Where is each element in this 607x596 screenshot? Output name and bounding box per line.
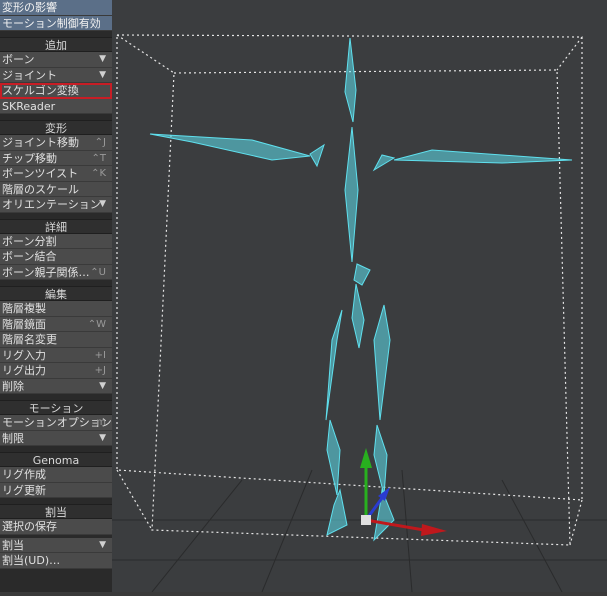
item-label: ボーン結合 <box>2 250 57 263</box>
merge-bone-button[interactable]: ボーン結合 <box>0 249 112 265</box>
assign-button[interactable]: 割当 ▼ <box>0 537 112 553</box>
tool-sidebar: 変形の影響 モーション制御有効 追加 ボーン ▼ ジョイント ▼ スケルゴン変換 S… <box>0 0 112 592</box>
duplicate-hierarchy-button[interactable]: 階層複製 <box>0 301 112 317</box>
item-label: スケルゴン変換 <box>2 84 79 97</box>
section-header-edit: 編集 <box>0 286 112 301</box>
item-label: 削除 <box>2 379 24 393</box>
item-label: モーション制御有効 <box>2 16 101 30</box>
spine-upper-bone <box>344 126 359 263</box>
item-label: 割当 <box>2 538 24 552</box>
item-label: SKReader <box>2 99 56 113</box>
motion-options-button[interactable]: モーションオプション m <box>0 415 112 431</box>
shortcut: +J <box>94 365 106 376</box>
item-label: リグ入力 <box>2 348 46 362</box>
deform-influence-toggle[interactable]: 変形の影響 <box>0 0 112 16</box>
3d-viewport[interactable] <box>112 0 607 593</box>
ground-grid <box>112 469 607 593</box>
item-label: ボーン分割 <box>2 234 57 248</box>
save-selection-button[interactable]: 選択の保存 <box>0 519 112 535</box>
shortcut: ⌃K <box>91 168 106 179</box>
skreader-button[interactable]: SKReader <box>0 98 112 114</box>
item-label: 割当(UD)… <box>2 554 61 567</box>
bone-parent-button[interactable]: ボーン親子関係… ⌃U <box>0 264 112 280</box>
left-arm-bone <box>149 133 311 161</box>
pelvis-bone <box>351 283 365 349</box>
item-label: 階層名変更 <box>2 333 57 346</box>
item-label: ジョイント <box>2 68 57 82</box>
item-label: オリエンテーション <box>2 198 101 211</box>
mirror-hierarchy-button[interactable]: 階層鏡面 ⌃W <box>0 316 112 332</box>
move-joint-button[interactable]: ジョイント移動 ⌃J <box>0 135 112 151</box>
item-label: 選択の保存 <box>2 520 57 533</box>
add-joint-button[interactable]: ジョイント ▼ <box>0 67 112 83</box>
shortcut: m <box>96 417 106 428</box>
right-shin-bone <box>373 424 388 496</box>
scale-hierarchy-button[interactable]: 階層のスケール <box>0 181 112 197</box>
head-bone <box>344 37 357 123</box>
left-hand-bone <box>309 143 325 168</box>
delete-button[interactable]: 削除 ▼ <box>0 378 112 394</box>
viewport-canvas <box>112 34 607 593</box>
move-tip-button[interactable]: チップ移動 ⌃T <box>0 150 112 166</box>
create-rig-button[interactable]: リグ作成 <box>0 467 112 483</box>
section-header-assign: 割当 <box>0 504 112 519</box>
shortcut: ⌃W <box>87 318 106 330</box>
shortcut: ⌃J <box>94 137 106 148</box>
assign-ud-button[interactable]: 割当(UD)… <box>0 553 112 569</box>
section-header-deform: 変形 <box>0 120 112 135</box>
item-label: リグ作成 <box>2 468 46 481</box>
item-label: 制限 <box>2 431 24 445</box>
dropdown-arrow-icon: ▼ <box>99 54 106 64</box>
item-label: 階層複製 <box>2 302 46 315</box>
left-foot-bone <box>326 488 348 536</box>
neck-bone <box>353 263 371 286</box>
section-header-add: 追加 <box>0 37 112 52</box>
skelegon-convert-button[interactable]: スケルゴン変換 <box>0 83 112 99</box>
bounding-box <box>116 34 583 546</box>
motion-control-toggle[interactable]: モーション制御有効 <box>0 15 112 31</box>
item-label: リグ更新 <box>2 483 46 497</box>
item-label: ボーンツイスト <box>2 167 79 180</box>
section-header-motion: モーション <box>0 400 112 415</box>
section-header-detail: 詳細 <box>0 218 112 234</box>
rename-hierarchy-button[interactable]: 階層名変更 <box>0 332 112 348</box>
item-label: チップ移動 <box>2 151 57 165</box>
rig-import-button[interactable]: リグ入力 +I <box>0 347 112 363</box>
section-header-genoma: Genoma <box>0 452 112 467</box>
orientation-button[interactable]: オリエンテーション ▼ <box>0 197 112 213</box>
dropdown-arrow-icon: ▼ <box>99 539 106 550</box>
rig-export-button[interactable]: リグ出力 +J <box>0 363 112 379</box>
bone-twist-button[interactable]: ボーンツイスト ⌃K <box>0 166 112 182</box>
dropdown-arrow-icon: ▼ <box>99 432 106 443</box>
right-thigh-bone <box>373 304 391 421</box>
shortcut: +I <box>94 349 106 361</box>
limits-button[interactable]: 制限 ▼ <box>0 430 112 446</box>
shortcut: ⌃T <box>91 152 107 164</box>
item-label: ボーン <box>2 53 35 66</box>
dropdown-arrow-icon: ▼ <box>99 69 106 80</box>
shortcut: ⌃U <box>90 266 106 278</box>
item-label: ジョイント移動 <box>2 136 79 149</box>
left-thigh-bone <box>325 309 343 421</box>
item-label: リグ出力 <box>2 364 46 377</box>
split-bone-button[interactable]: ボーン分割 <box>0 233 112 249</box>
item-label: 階層のスケール <box>2 182 79 196</box>
item-label: 変形の影響 <box>2 1 57 14</box>
item-label: 階層鏡面 <box>2 317 46 331</box>
dropdown-arrow-icon: ▼ <box>99 380 106 391</box>
right-arm-bone <box>393 149 573 164</box>
dropdown-arrow-icon: ▼ <box>99 199 106 209</box>
add-bone-button[interactable]: ボーン ▼ <box>0 52 112 68</box>
update-rig-button[interactable]: リグ更新 <box>0 482 112 498</box>
right-hand-bone <box>372 154 396 172</box>
item-label: ボーン親子関係… <box>2 265 90 279</box>
